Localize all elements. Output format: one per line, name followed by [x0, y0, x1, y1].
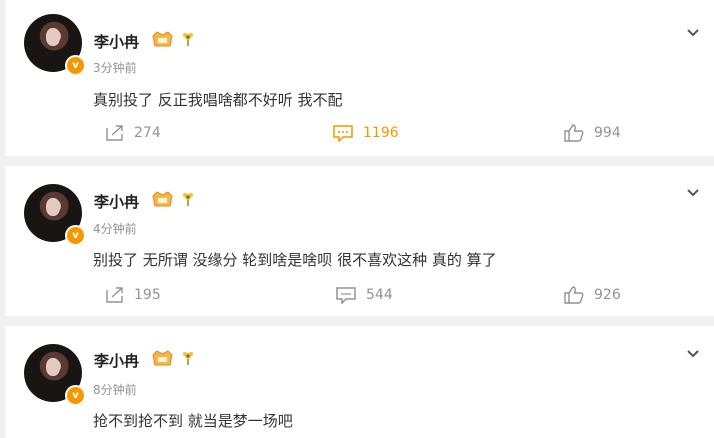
repost-button[interactable]: 274 [105, 122, 161, 144]
verified-badge-icon: v [65, 55, 86, 76]
crown-medal-icon [152, 191, 173, 207]
username[interactable]: 李小冉 [94, 191, 139, 212]
chevron-down-icon[interactable] [686, 186, 700, 200]
avatar-face [46, 198, 60, 216]
like-button[interactable]: 994 [563, 122, 621, 144]
repost-icon [106, 287, 123, 303]
username[interactable]: 李小冉 [94, 31, 139, 52]
username[interactable]: 李小冉 [94, 350, 139, 371]
flower-icon [183, 33, 193, 46]
post-content: 真别投了 反正我唱啥都不好听 我不配 [93, 91, 343, 109]
avatar-face [46, 28, 60, 46]
weibo-post: v 李小冉 3分钟前 真别投了 反正我唱啥都不好听 我不配 274 1196 9… [5, 0, 714, 156]
crown-medal-icon [152, 31, 173, 47]
verified-badge-icon: v [65, 225, 86, 246]
repost-icon [106, 125, 123, 141]
like-icon [564, 124, 584, 142]
avatar[interactable]: v [24, 184, 86, 246]
comment-icon [333, 125, 353, 142]
post-time[interactable]: 4分钟前 [93, 220, 137, 237]
like-button[interactable]: 926 [563, 284, 621, 306]
comment-count: 544 [366, 287, 393, 303]
verified-badge-icon: v [65, 385, 86, 406]
weibo-post: v 李小冉 4分钟前 别投了 无所谓 没缘分 轮到啥是啥呗 很不喜欢这种 真的 … [5, 166, 714, 316]
avatar[interactable]: v [24, 344, 86, 406]
flower-icon [183, 193, 193, 206]
repost-button[interactable]: 195 [105, 284, 161, 306]
comment-icon [336, 287, 356, 304]
avatar-face [46, 358, 60, 376]
avatar[interactable]: v [24, 14, 86, 76]
flower-icon [183, 352, 193, 365]
post-time[interactable]: 3分钟前 [93, 59, 137, 76]
like-count: 994 [594, 125, 621, 141]
post-time[interactable]: 8分钟前 [93, 381, 137, 398]
repost-count: 274 [134, 125, 161, 141]
chevron-down-icon[interactable] [686, 347, 700, 361]
comment-count: 1196 [363, 125, 399, 141]
like-count: 926 [594, 287, 621, 303]
chevron-down-icon[interactable] [686, 26, 700, 40]
post-content: 抢不到抢不到 就当是梦一场吧 [93, 412, 293, 430]
weibo-post: v 李小冉 8分钟前 抢不到抢不到 就当是梦一场吧 [5, 326, 714, 438]
comment-button[interactable]: 1196 [332, 122, 399, 144]
like-icon [564, 286, 584, 304]
repost-count: 195 [134, 287, 161, 303]
post-content: 别投了 无所谓 没缘分 轮到啥是啥呗 很不喜欢这种 真的 算了 [93, 251, 497, 269]
crown-medal-icon [152, 350, 173, 366]
comment-button[interactable]: 544 [335, 284, 393, 306]
